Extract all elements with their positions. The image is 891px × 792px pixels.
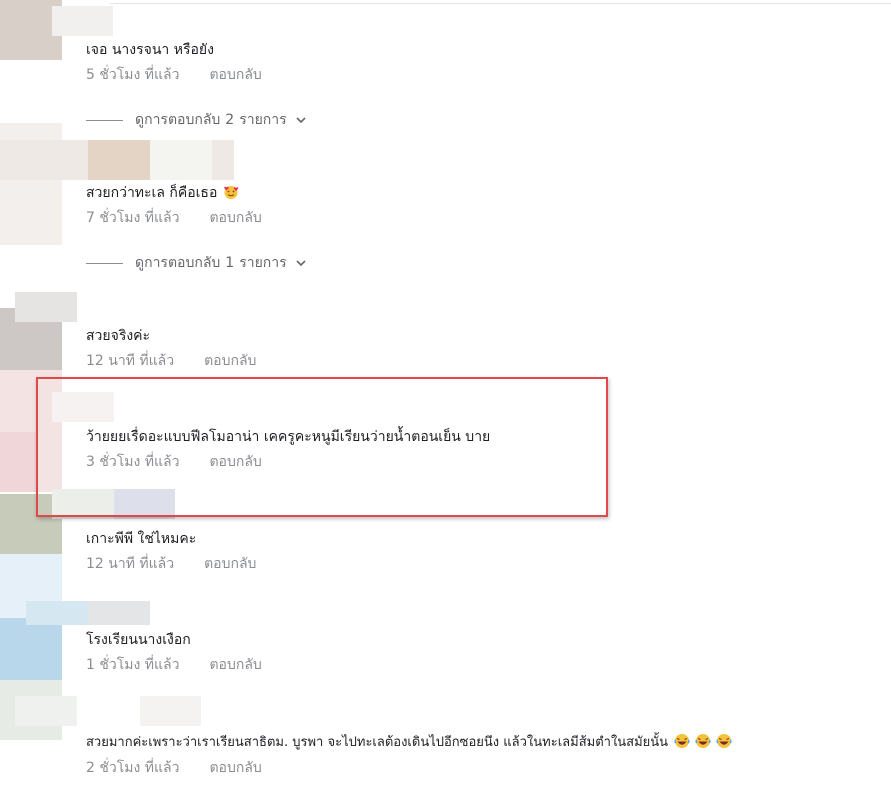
view-replies-button[interactable]: ดูการตอบกลับ 2 รายการ — [86, 109, 307, 131]
reply-button[interactable]: ตอบกลับ — [204, 352, 256, 370]
comment: สวยจริงค่ะ 12 นาที ที่แล้ว ตอบกลับ — [86, 327, 256, 370]
view-replies-count: 2 — [225, 112, 235, 128]
redaction-block — [140, 696, 201, 726]
redaction-block — [0, 432, 36, 492]
highlight-box — [36, 377, 608, 517]
comment-timestamp[interactable]: 12 นาที ที่แล้ว — [86, 352, 174, 370]
avatar[interactable] — [0, 618, 62, 680]
comment-timestamp[interactable]: 2 ชั่วโมง ที่แล้ว — [86, 759, 179, 777]
comment-text: เจอ นางรจนา หรือยัง — [86, 42, 214, 58]
view-replies-label: ดูการตอบกลับ — [135, 255, 221, 271]
comment-text: สวยจริงค่ะ — [86, 328, 151, 344]
author-name-redacted[interactable] — [52, 6, 113, 36]
comment: โรงเรียนนางเงือก 1 ชั่วโมง ที่แล้ว ตอบกลั… — [86, 631, 262, 674]
smiling-face-with-hearts-emoji — [224, 186, 239, 199]
top-divider — [110, 3, 891, 4]
comment-timestamp[interactable]: 7 ชั่วโมง ที่แล้ว — [86, 209, 179, 227]
divider-line — [86, 262, 123, 264]
author-name-redacted[interactable] — [15, 292, 77, 322]
view-replies-count: 1 — [225, 255, 235, 271]
comment: สวยกว่าทะเล ก็คือเธอ 7 ชั่วโมง ที่แล้ว ตอ… — [86, 184, 262, 227]
comment-timestamp[interactable]: 12 นาที ที่แล้ว — [86, 555, 174, 573]
laughing-face-emoji — [695, 734, 711, 748]
laughing-face-emoji — [673, 734, 690, 748]
comment-text: สวยกว่าทะเล ก็คือเธอ — [86, 185, 218, 201]
comment-text: เกาะพีพี ใช่ไหมคะ — [86, 531, 197, 547]
comment: เกาะพีพี ใช่ไหมคะ 12 นาที ที่แล้ว ตอบกลับ — [86, 530, 256, 573]
view-replies-button[interactable]: ดูการตอบกลับ 1 รายการ — [86, 252, 307, 274]
divider-line — [86, 119, 123, 121]
author-name-redacted[interactable] — [26, 601, 88, 625]
comment: สวยมากค่ะเพราะว่าเราเรียนสาธิตม. บูรพา จ… — [86, 733, 733, 777]
reply-button[interactable]: ตอบกลับ — [209, 66, 261, 84]
comment-timestamp[interactable]: 1 ชั่วโมง ที่แล้ว — [86, 656, 179, 674]
comment-text: โรงเรียนนางเงือก — [86, 632, 191, 648]
comment-timestamp[interactable]: 5 ชั่วโมง ที่แล้ว — [86, 66, 179, 84]
redaction-block — [88, 601, 150, 625]
view-replies-suffix: รายการ — [239, 255, 287, 271]
view-replies-label: ดูการตอบกลับ — [135, 112, 221, 128]
chevron-down-icon — [296, 260, 306, 267]
author-name-redacted[interactable] — [15, 696, 77, 726]
laughing-face-emoji — [716, 734, 733, 748]
chevron-down-icon — [296, 117, 306, 124]
reply-button[interactable]: ตอบกลับ — [204, 555, 256, 573]
view-replies-suffix: รายการ — [239, 112, 287, 128]
redaction-block — [88, 140, 150, 180]
reply-button[interactable]: ตอบกลับ — [209, 759, 261, 777]
reply-button[interactable]: ตอบกลับ — [209, 656, 261, 674]
comment: เจอ นางรจนา หรือยัง 5 ชั่วโมง ที่แล้ว ตอบ… — [86, 41, 262, 84]
reply-button[interactable]: ตอบกลับ — [209, 209, 261, 227]
redaction-block — [150, 140, 212, 180]
comment-text: สวยมากค่ะเพราะว่าเราเรียนสาธิตม. บูรพา จ… — [86, 735, 669, 750]
